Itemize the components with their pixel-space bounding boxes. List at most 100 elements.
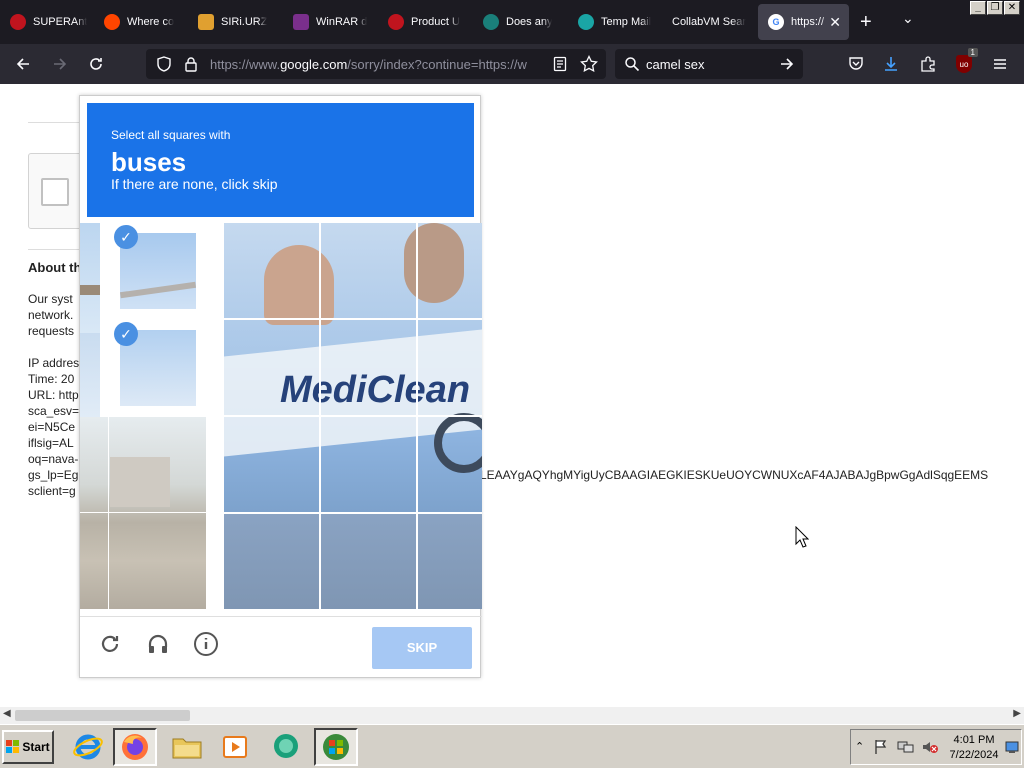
firefox-taskbar-icon[interactable] [113,728,157,766]
tile-gridline [224,318,482,320]
media-player-icon[interactable] [213,728,257,766]
tab-collabvm[interactable]: CollabVM Sear [662,4,754,40]
windows-taskbar: Start ⌃ 4:01 PM 7/22/2024 [0,724,1024,768]
search-input[interactable]: camel sex [646,57,705,72]
param-line: iflsig=AL [28,436,74,450]
windows-media-center-icon[interactable] [314,728,358,766]
url-line: URL: http [28,388,79,402]
downloads-icon[interactable] [879,52,903,76]
tab-superantispyware[interactable]: SUPERAnt [0,4,92,40]
streetlight-arm [120,281,196,299]
challenge-hint: If there are none, click skip [111,176,278,192]
tile-gridline [108,417,109,609]
siri-urz-favicon-icon [198,14,214,30]
challenge-tile-grid: ✓ ✓ MediClean [80,223,482,609]
extension-badge: 1 [967,48,978,57]
superantispyware-favicon-icon [10,14,26,30]
bookmark-star-icon[interactable] [580,54,598,78]
search-go-arrow-icon[interactable] [779,56,795,77]
does-anyone-favicon-icon [483,14,499,30]
network-icon[interactable] [897,739,915,760]
ublock-shield-icon: uo [956,55,972,73]
gs-lp-tail: LEAAYgAQYhgMYigUyCBAAGIAEGKIESKUeUOYCWNU… [480,468,989,482]
restore-icon[interactable]: ❐ [987,1,1003,15]
navigation-toolbar: https://www.google.com/sorry/index?conti… [0,44,1024,84]
internet-explorer-icon[interactable] [66,728,110,766]
scroll-right-arrow-icon[interactable]: ▶ [1013,708,1021,719]
pavement [224,513,482,609]
house-fragment [110,457,170,507]
tab-does-anyone[interactable]: Does any [473,4,565,40]
pocket-icon[interactable] [844,52,868,76]
audio-challenge-headphones-icon[interactable] [144,630,172,658]
close-tab-icon[interactable]: ✕ [829,14,841,31]
clock-date[interactable]: 7/22/2024 [947,749,1001,761]
tab-winrar[interactable]: WinRAR d [283,4,375,40]
tile-edge[interactable] [80,333,100,417]
list-all-tabs-icon[interactable]: ⌄ [902,10,914,27]
file-explorer-folder-icon[interactable] [165,728,209,766]
tile-gridline [224,415,482,417]
lock-icon[interactable] [184,56,198,77]
url-bar[interactable]: https://www.google.com/sorry/index?conti… [146,49,606,79]
reload-icon[interactable] [84,52,108,76]
tile-street[interactable] [80,417,206,609]
info-icon[interactable] [192,630,220,658]
ip-address-line: IP addres [28,356,80,370]
windows-logo-icon [6,740,20,753]
tab-temp-mail[interactable]: Temp Mail [568,4,660,40]
tab-google-active[interactable]: G https:// ✕ [758,4,849,40]
minimize-icon[interactable]: _ [970,1,986,15]
tab-product[interactable]: Product U [378,4,470,40]
person-head [404,223,464,303]
back-arrow-icon[interactable] [11,52,35,76]
action-center-flag-icon[interactable] [873,739,889,760]
shield-icon[interactable] [156,56,172,77]
clock-time[interactable]: 4:01 PM [949,734,999,746]
param-line: sclient=g [28,484,76,498]
tab-siri-urz[interactable]: SIRi.URZ [188,4,280,40]
reader-view-icon[interactable] [552,56,568,77]
scroll-left-arrow-icon[interactable]: ◀ [3,708,11,719]
tile-edge[interactable] [80,223,100,333]
tile-main-image[interactable]: MediClean [224,223,482,609]
close-window-icon[interactable]: ✕ [1004,1,1020,15]
forward-arrow-icon[interactable] [48,52,72,76]
temp-mail-favicon-icon [578,14,594,30]
body-line: requests [28,324,75,338]
challenge-header: Select all squares with buses If there a… [87,103,474,217]
tile-gridline [224,512,482,514]
start-button[interactable]: Start [2,730,54,764]
hamburger-menu-icon[interactable] [988,52,1012,76]
volume-muted-icon[interactable] [921,739,939,760]
param-line: sca_esv= [28,404,80,418]
tile-checked-icon: ✓ [114,225,138,249]
new-tab-icon[interactable]: + [860,12,872,32]
search-icon [624,56,640,77]
tab-strip: SUPERAnt Where co SIRi.URZ WinRAR d Prod… [0,0,1024,44]
ublock-origin-icon[interactable]: uo 1 [952,48,978,76]
scrollbar-thumb[interactable] [15,710,190,721]
window-controls: _ ❐ ✕ [970,1,1020,15]
challenge-footer: SKIP [80,616,482,678]
van-wheel [434,413,482,473]
body-line: Our syst [28,292,73,306]
winrar-favicon-icon [293,14,309,30]
chat-app-icon[interactable] [264,728,308,766]
extensions-puzzle-icon[interactable] [916,52,940,76]
recaptcha-checkbox[interactable] [41,178,69,206]
product-favicon-icon [388,14,404,30]
pole-fragment [80,285,100,295]
skip-button[interactable]: SKIP [372,627,472,669]
url-text[interactable]: https://www.google.com/sorry/index?conti… [210,57,550,72]
horizontal-scrollbar[interactable]: ◀ ▶ [0,707,1024,724]
reload-challenge-icon[interactable] [96,630,124,658]
tab-reddit[interactable]: Where co [94,4,186,40]
show-desktop-icon[interactable] [1005,740,1019,759]
about-heading: About th [28,260,82,275]
show-hidden-icons-chevron-icon[interactable]: ⌃ [855,740,864,753]
body-line: network. [28,308,74,322]
search-bar[interactable]: camel sex [615,49,803,79]
recaptcha-challenge: Select all squares with buses If there a… [79,95,482,678]
challenge-instruction: Select all squares with [111,128,231,142]
